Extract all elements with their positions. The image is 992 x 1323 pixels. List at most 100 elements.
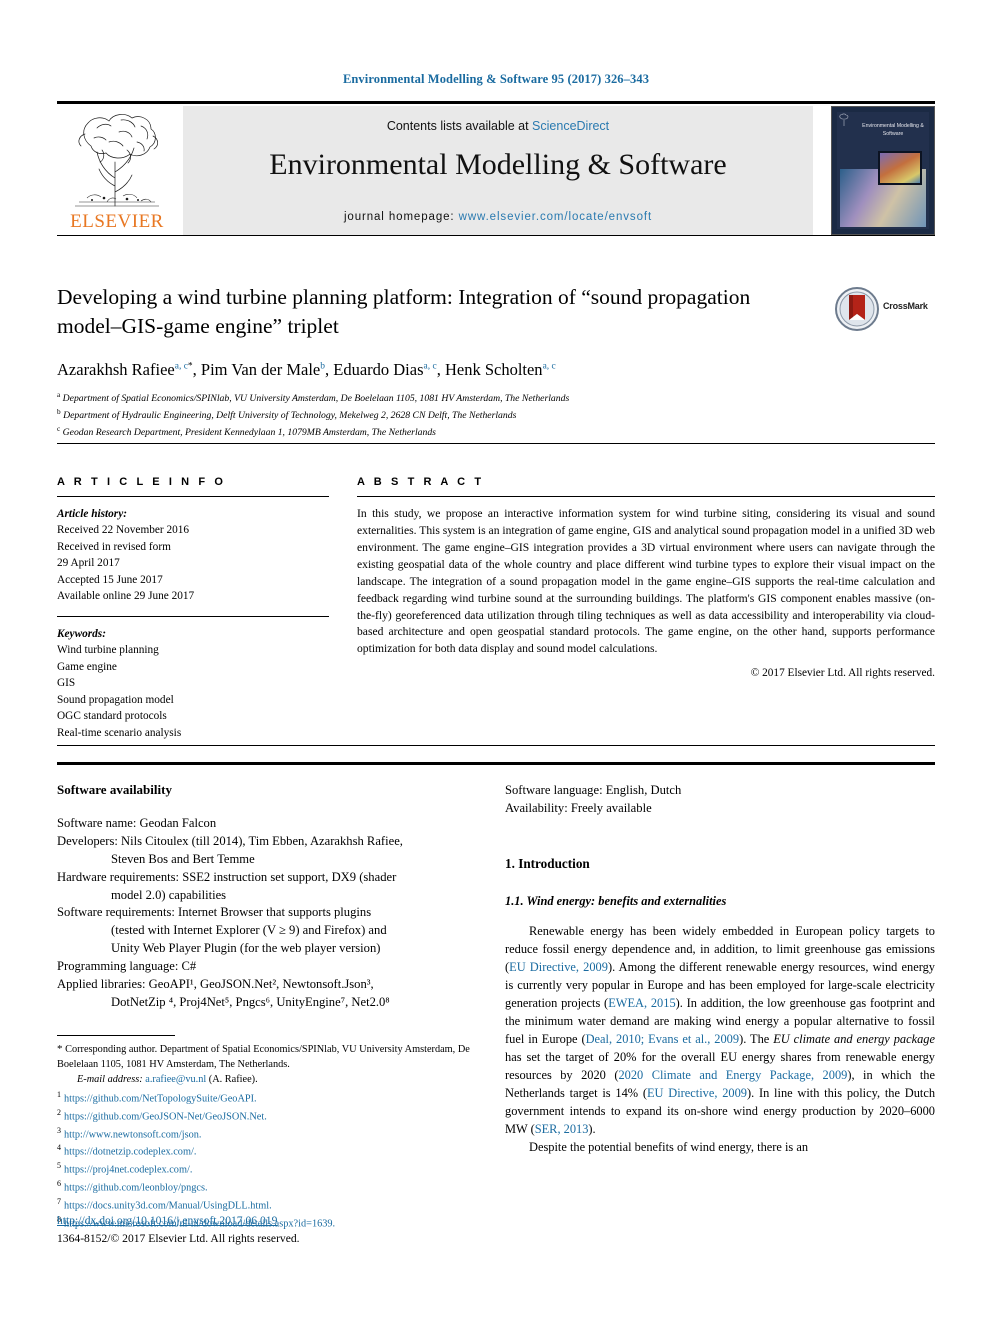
journal-homepage-link[interactable]: www.elsevier.com/locate/envsoft	[459, 211, 652, 223]
hardware-continued: model 2.0) capabilities	[111, 887, 227, 902]
doi-link[interactable]: http://dx.doi.org/10.1016/j.envsoft.2017…	[57, 1214, 277, 1227]
developers-continued: Steven Bos and Bert Temme	[111, 851, 255, 866]
abstract-copyright: © 2017 Elsevier Ltd. All rights reserved…	[750, 667, 935, 680]
footnote-link[interactable]: https://github.com/leonbloy/pngcs.	[64, 1183, 208, 1194]
availability-row: Availability: Freely available	[505, 800, 935, 818]
footnote-number: 7	[57, 1196, 61, 1206]
footnote-link[interactable]: https://dotnetzip.codeplex.com/.	[64, 1147, 196, 1158]
affiliation-list: a Department of Spatial Economics/SPINla…	[57, 390, 857, 440]
programming-language-row: Programming language: C#	[57, 958, 477, 976]
footnote-link[interactable]: https://github.com/NetTopologySuite/GeoA…	[64, 1093, 257, 1104]
footnote-number: 5	[57, 1161, 61, 1171]
affiliation-mark: a	[57, 390, 61, 399]
keyword-item: Wind turbine planning	[57, 644, 159, 657]
contents-lists-line: Contents lists available at ScienceDirec…	[183, 119, 813, 133]
keyword-item: Real-time scenario analysis	[57, 726, 182, 739]
author-name: Azarakhsh Rafiee	[57, 360, 175, 379]
footnote-item: 4 https://dotnetzip.codeplex.com/.	[57, 1142, 497, 1160]
author-item: Pim Van der Maleb	[201, 360, 325, 379]
author-affil-marks: a, c	[174, 361, 188, 372]
author-name: Eduardo Dias	[333, 360, 424, 379]
footnote-item: 6 https://github.com/leonbloy/pngcs.	[57, 1178, 497, 1196]
author-sep: ,	[436, 360, 445, 379]
email-label: E-mail address:	[77, 1073, 143, 1085]
footnote-number: 3	[57, 1125, 61, 1135]
cover-elsevier-tree-icon	[839, 113, 849, 126]
sciencedirect-link[interactable]: ScienceDirect	[532, 119, 609, 133]
affiliation-item: b Department of Hydraulic Engineering, D…	[57, 407, 857, 424]
masthead-center-panel: Contents lists available at ScienceDirec…	[183, 106, 813, 235]
citation-link[interactable]: EU Directive, 2009	[647, 1086, 747, 1100]
keyword-item: Sound propagation model	[57, 693, 174, 706]
author-list: Azarakhsh Rafieea, c*, Pim Van der Maleb…	[57, 360, 877, 380]
masthead-bottom-rule	[57, 235, 935, 236]
email-note: E-mail address: a.rafiee@vu.nl (A. Rafie…	[57, 1073, 497, 1088]
software-req-continued-2: Unity Web Player Plugin (for the web pla…	[111, 941, 381, 956]
libraries-label: Applied libraries:	[57, 976, 146, 991]
abstract-heading-rule	[357, 496, 935, 497]
journal-cover-thumbnail: Environmental Modelling & Software	[831, 106, 935, 235]
software-availability-heading: Software availability	[57, 782, 172, 797]
running-head: Environmental Modelling & Software 95 (2…	[342, 72, 650, 86]
keywords-label: Keywords:	[57, 627, 106, 640]
software-language-block: Software language: English, Dutch Availa…	[505, 782, 935, 818]
footnote-link[interactable]: http://www.newtonsoft.com/json.	[64, 1129, 201, 1140]
footnote-number: 4	[57, 1143, 61, 1153]
crossmark-label: CrossMark	[883, 301, 928, 311]
author-item: Eduardo Diasa, c	[333, 360, 436, 379]
introduction-subheading: 1.1. Wind energy: benefits and externali…	[505, 893, 727, 908]
footnote-link[interactable]: https://docs.unity3d.com/Manual/UsingDLL…	[64, 1200, 272, 1211]
software-req-row: Software requirements: Internet Browser …	[57, 904, 477, 958]
footnote-item: 3 http://www.newtonsoft.com/json.	[57, 1125, 497, 1143]
introduction-heading: 1. Introduction	[505, 855, 590, 871]
author-name: Pim Van der Male	[200, 360, 321, 379]
article-history-label: Article history:	[57, 508, 127, 520]
hardware-value: SSE2 instruction set support, DX9 (shade…	[182, 869, 397, 884]
history-item: Received in revised form	[57, 540, 171, 553]
footnote-item: 5 https://proj4net.codeplex.com/.	[57, 1160, 497, 1178]
hardware-row: Hardware requirements: SSE2 instruction …	[57, 869, 477, 905]
developers-value: Nils Citoulex (till 2014), Tim Ebben, Az…	[121, 833, 403, 848]
email-link[interactable]: a.rafiee@vu.nl	[145, 1074, 206, 1085]
author-item: Henk Scholtena, c	[445, 360, 556, 379]
author-item: Azarakhsh Rafieea, c*	[57, 360, 193, 379]
history-item: Available online 29 June 2017	[57, 590, 195, 603]
masthead-top-rule	[57, 101, 935, 104]
footnote-item: 1 https://github.com/NetTopologySuite/Geo…	[57, 1089, 497, 1107]
footnote-number: 2	[57, 1107, 61, 1117]
software-language-label: Software language:	[505, 783, 603, 797]
footnote-link[interactable]: https://github.com/GeoJSON-Net/GeoJSON.N…	[64, 1111, 267, 1122]
affiliation-text: Department of Spatial Economics/SPINlab,…	[62, 393, 570, 405]
introduction-paragraph-1: Renewable energy has been widely embedde…	[505, 923, 935, 1139]
footnote-link[interactable]: https://proj4net.codeplex.com/.	[64, 1165, 192, 1176]
citation-link[interactable]: Deal, 2010; Evans et al., 2009	[586, 1032, 739, 1046]
software-availability-list: Software name: Geodan Falcon Developers:…	[57, 815, 477, 1012]
affiliation-text: Geodan Research Department, President Ke…	[62, 426, 436, 438]
info-bottom-rule	[57, 745, 935, 746]
article-info-heading: A R T I C L E I N F O	[57, 476, 226, 488]
page-footer: http://dx.doi.org/10.1016/j.envsoft.2017…	[57, 1211, 557, 1245]
citation-link[interactable]: EWEA, 2015	[608, 996, 675, 1010]
hardware-label: Hardware requirements:	[57, 869, 180, 884]
footnotes-block: * Corresponding author. Department of Sp…	[57, 1035, 497, 1232]
history-item: Received 22 November 2016	[57, 524, 190, 537]
keyword-item: Game engine	[57, 660, 117, 673]
elsevier-logo: ELSEVIER	[57, 106, 175, 235]
footnote-item: 2 https://github.com/GeoJSON-Net/GeoJSON.…	[57, 1107, 497, 1125]
software-availability-section: Software availability Software name: Geo…	[57, 782, 477, 1012]
abstract-heading: A B S T R A C T	[357, 476, 485, 488]
availability-label: Availability:	[505, 800, 568, 815]
affiliation-mark: b	[57, 406, 61, 416]
citation-link[interactable]: EU Directive, 2009	[509, 960, 608, 974]
programming-language-label: Programming language:	[57, 959, 179, 973]
cover-journal-title: Environmental Modelling & Software	[862, 123, 924, 137]
footnote-number: 6	[57, 1179, 61, 1189]
issn-copyright: 1364-8152/© 2017 Elsevier Ltd. All right…	[57, 1232, 300, 1245]
keyword-item: OGC standard protocols	[57, 710, 167, 723]
footnote-rule	[57, 1035, 175, 1036]
citation-link[interactable]: 2020 Climate and Energy Package, 2009	[618, 1068, 847, 1082]
citation-link[interactable]: SER, 2013	[535, 1122, 589, 1136]
software-req-continued-1: (tested with Internet Explorer (V ≥ 9) a…	[111, 923, 387, 938]
abstract-text: In this study, we propose an interactive…	[357, 507, 935, 656]
crossmark-badge[interactable]: CrossMark	[835, 287, 935, 335]
